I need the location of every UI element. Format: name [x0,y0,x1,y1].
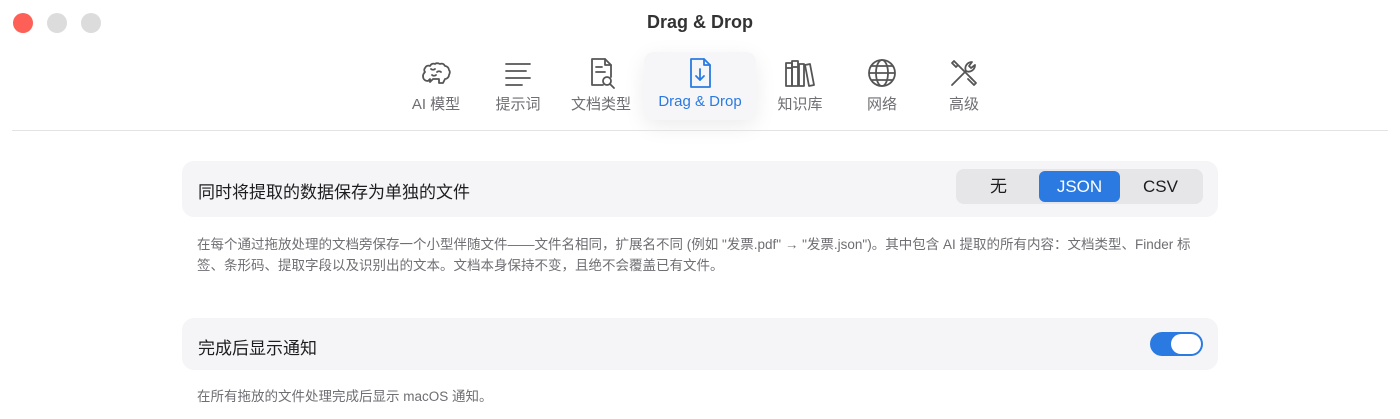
preferences-toolbar: AI 模型 提示词 文档类型 Drag & Drop 知识库 网络 高级 [0,52,1400,122]
notify-description: 在所有拖放的文件处理完成后显示 macOS 通知。 [197,389,493,404]
text-lines-icon [505,63,531,86]
save-file-label: 同时将提取的数据保存为单独的文件 [198,183,470,202]
tab-ai-model[interactable]: AI 模型 [404,52,468,120]
notify-toggle[interactable] [1150,332,1203,356]
format-option-none[interactable]: 无 [958,171,1039,202]
tab-label: 提示词 [495,96,541,113]
tab-label: 知识库 [777,96,823,113]
tab-label: Drag & Drop [658,93,742,110]
settings-window: Drag & Drop AI 模型 提示词 文档类型 Drag & Drop 知… [0,0,1400,419]
window-title: Drag & Drop [646,12,753,32]
format-option-json[interactable]: JSON [1039,171,1120,202]
tab-advanced[interactable]: 高级 [940,52,988,120]
notify-label: 完成后显示通知 [198,339,317,358]
tab-label: 网络 [866,96,897,113]
tab-label: 高级 [948,96,979,113]
save-file-row: 同时将提取的数据保存为单独的文件 无 JSON CSV [182,161,1218,217]
brain-icon [422,62,451,84]
document-download-icon [690,58,711,88]
tools-icon [951,60,977,86]
tab-knowledge-base[interactable]: 知识库 [772,52,828,120]
tab-label: 文档类型 [570,96,631,113]
books-icon [785,60,815,87]
tab-drag-and-drop[interactable]: Drag & Drop [644,52,756,120]
notify-row: 完成后显示通知 [182,318,1218,370]
globe-icon [868,59,896,87]
document-search-icon [591,58,615,89]
format-option-csv[interactable]: CSV [1120,171,1201,202]
tab-label: AI 模型 [411,96,461,113]
tab-document-types[interactable]: 文档类型 [566,52,636,120]
tab-prompts[interactable]: 提示词 [490,52,546,120]
file-format-segmented-control: 无 JSON CSV [956,169,1203,204]
toggle-knob [1171,334,1201,354]
toolbar-divider [12,130,1388,131]
save-file-description: 在每个通过拖放处理的文档旁保存一个小型伴随文件——文件名相同，扩展名不同 (例如… [197,237,1191,273]
tab-network[interactable]: 网络 [856,52,908,120]
